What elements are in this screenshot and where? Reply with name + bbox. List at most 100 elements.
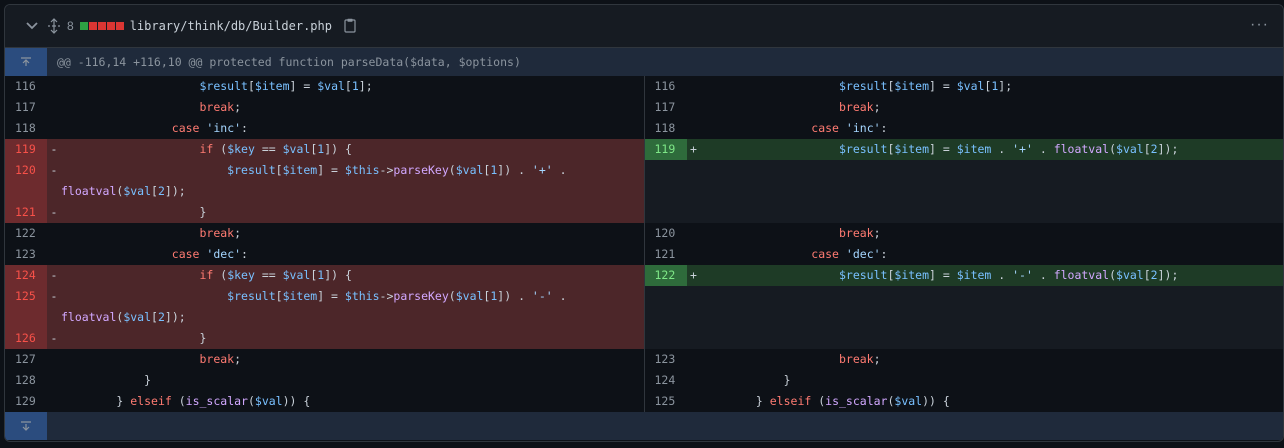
- right-line: 119 + $result[$item] = $item . '+' . floa…: [643, 139, 1283, 160]
- left-marker: [47, 349, 61, 370]
- diff-row: floatval($val[2]);: [5, 307, 1283, 328]
- left-line-number[interactable]: 119: [5, 139, 47, 160]
- right-line-number[interactable]: 122: [644, 265, 687, 286]
- left-line-number[interactable]: 124: [5, 265, 47, 286]
- hunk-header: @@ -116,14 +116,10 @@ protected function…: [5, 48, 1283, 76]
- diff-row: 122 break; 120 break;: [5, 223, 1283, 244]
- right-line: 120 break;: [643, 223, 1284, 244]
- right-line-number[interactable]: 119: [644, 139, 687, 160]
- right-line: [643, 286, 1284, 307]
- left-line-number[interactable]: 122: [5, 223, 47, 244]
- right-line-number[interactable]: 118: [645, 118, 687, 139]
- expand-all-icon[interactable]: [47, 18, 61, 34]
- left-line-number[interactable]: 116: [5, 76, 47, 97]
- left-marker: -: [50, 142, 58, 156]
- code-line: } elseif (is_scalar($val)) {: [755, 394, 950, 408]
- code-line: $result[$item] = $item . '-' . floatval(…: [838, 268, 1179, 282]
- left-line-number[interactable]: 121: [5, 202, 47, 223]
- left-line-number[interactable]: 120: [5, 160, 47, 181]
- diff-row: 117 break; 117 break;: [5, 97, 1283, 118]
- right-marker: [687, 223, 701, 244]
- left-marker: [47, 118, 61, 139]
- right-line: [643, 181, 1283, 202]
- collapse-chevron-icon[interactable]: [25, 19, 39, 33]
- diffstat-block: [106, 22, 115, 30]
- right-marker: [687, 349, 701, 370]
- right-line: 123 break;: [643, 349, 1284, 370]
- right-marker: [687, 97, 701, 118]
- left-line: 122 break;: [5, 223, 644, 244]
- code-line: case 'dec':: [171, 247, 248, 261]
- diff-file: 8 library/think/db/Builder.php ··· @@ -1…: [4, 4, 1284, 442]
- right-line-number[interactable]: 116: [645, 76, 687, 97]
- right-line: [643, 328, 1284, 349]
- left-line: 126- }: [5, 328, 644, 349]
- right-marker: [687, 118, 701, 139]
- right-line: [643, 202, 1283, 223]
- right-line-number[interactable]: 117: [645, 97, 687, 118]
- diffstat-block: [79, 22, 88, 30]
- code-line: break;: [199, 100, 242, 114]
- code-line: $result[$item] = $this->parseKey($val[1]…: [227, 163, 567, 177]
- change-count: 8: [67, 19, 74, 33]
- right-line: 122 + $result[$item] = $item . '-' . floa…: [643, 265, 1283, 286]
- left-line-number: [5, 307, 47, 328]
- right-marker: [687, 286, 701, 307]
- left-line-number[interactable]: 125: [5, 286, 47, 307]
- right-line-number[interactable]: 124: [645, 370, 687, 391]
- left-line: 117 break;: [5, 97, 644, 118]
- code-line: }: [199, 205, 207, 219]
- left-line: 125- $result[$item] = $this->parseKey($v…: [5, 286, 644, 307]
- diff-row: 127 break; 123 break;: [5, 349, 1283, 370]
- left-line-number[interactable]: 128: [5, 370, 47, 391]
- code-line: } elseif (is_scalar($val)) {: [116, 394, 311, 408]
- file-path[interactable]: library/think/db/Builder.php: [130, 19, 332, 33]
- diff-row: 116 $result[$item] = $val[1]; 116 $resul…: [5, 76, 1283, 97]
- right-marker: [687, 244, 701, 265]
- left-marker: [47, 76, 61, 97]
- left-line-number[interactable]: 118: [5, 118, 47, 139]
- right-marker: +: [690, 268, 697, 282]
- left-line-number[interactable]: 117: [5, 97, 47, 118]
- diff-row: 118 case 'inc': 118 case 'inc':: [5, 118, 1283, 139]
- code-line: $result[$item] = $item . '+' . floatval(…: [838, 142, 1179, 156]
- code-line: break;: [199, 352, 242, 366]
- left-marker: [47, 244, 61, 265]
- right-line-number[interactable]: 120: [645, 223, 687, 244]
- diff-row: 128 } 124 }: [5, 370, 1283, 391]
- diffstat-blocks: [79, 22, 124, 30]
- right-line-number: [645, 286, 687, 307]
- left-marker: [47, 181, 61, 202]
- code-line: if ($key == $val[1]) {: [199, 268, 352, 282]
- left-line-number[interactable]: 127: [5, 349, 47, 370]
- code-line: break;: [838, 352, 881, 366]
- right-line-number[interactable]: 121: [645, 244, 687, 265]
- code-line: }: [783, 373, 791, 387]
- expand-down-icon[interactable]: [5, 412, 47, 440]
- left-line-number[interactable]: 129: [5, 391, 47, 412]
- right-line-number[interactable]: 123: [645, 349, 687, 370]
- right-marker: [687, 160, 701, 181]
- file-header: 8 library/think/db/Builder.php ···: [5, 5, 1283, 48]
- left-line: 121- }: [5, 202, 644, 223]
- expand-up-icon[interactable]: [5, 48, 47, 76]
- diff-row: floatval($val[2]);: [5, 181, 1283, 202]
- more-options-icon[interactable]: ···: [1250, 17, 1269, 33]
- diff-row: 129 } elseif (is_scalar($val)) { 125 } e…: [5, 391, 1283, 412]
- left-line-number[interactable]: 123: [5, 244, 47, 265]
- left-marker: -: [50, 331, 58, 345]
- right-marker: [687, 76, 701, 97]
- code-line: floatval($val[2]);: [61, 310, 186, 324]
- left-line-number[interactable]: 126: [5, 328, 47, 349]
- code-line: break;: [838, 226, 881, 240]
- diff-row: 124- if ($key == $val[1]) { 122 + $result…: [5, 265, 1283, 286]
- copy-clipboard-icon[interactable]: [344, 18, 358, 34]
- expand-footer: [5, 412, 1283, 440]
- left-line: 119- if ($key == $val[1]) {: [5, 139, 644, 160]
- code-line: case 'dec':: [811, 247, 888, 261]
- right-line-number[interactable]: 125: [645, 391, 687, 412]
- diff-row: 120- $result[$item] = $this->parseKey($v…: [5, 160, 1283, 181]
